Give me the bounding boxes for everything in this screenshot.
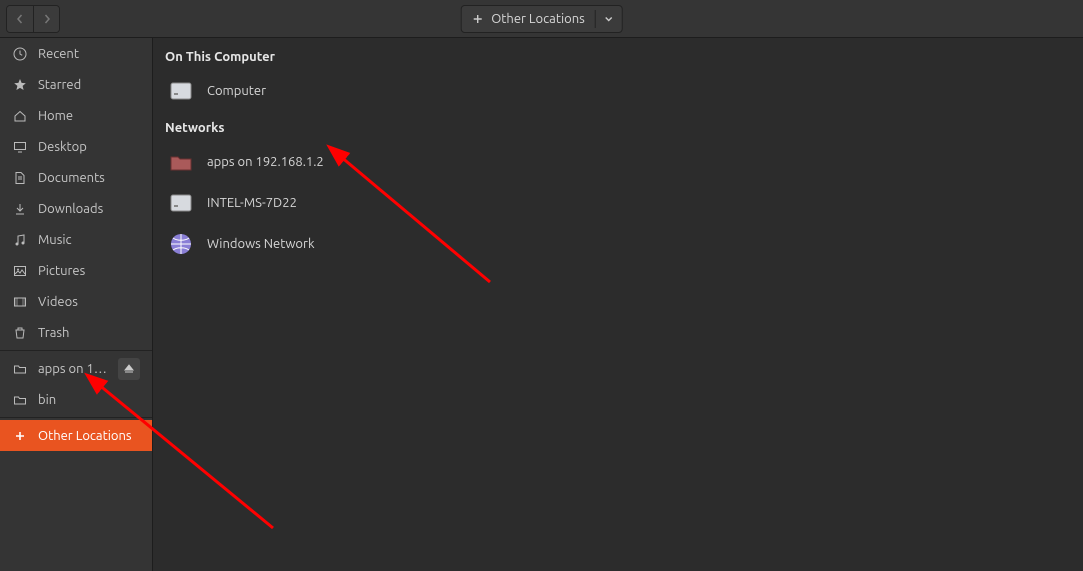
video-icon <box>12 294 28 310</box>
folder-icon <box>12 392 28 408</box>
sidebar-item-other-locations[interactable]: Other Locations <box>0 420 152 451</box>
sidebar-item-pictures[interactable]: Pictures <box>0 255 152 286</box>
chevron-down-icon <box>604 14 614 24</box>
section-title: On This Computer <box>163 48 1073 70</box>
sidebar-item-label: Desktop <box>38 140 140 154</box>
folder-remote-icon <box>12 361 28 377</box>
sidebar: Recent Starred Home Desktop Documents Do… <box>0 38 153 571</box>
row-computer[interactable]: Computer <box>163 70 1073 111</box>
row-label: Windows Network <box>207 237 315 251</box>
sidebar-item-desktop[interactable]: Desktop <box>0 131 152 162</box>
location-bar: Other Locations <box>460 5 623 33</box>
drive-icon <box>167 189 195 217</box>
chevron-left-icon <box>15 14 25 24</box>
header-bar: Other Locations <box>0 0 1083 38</box>
music-icon <box>12 232 28 248</box>
sidebar-item-label: Videos <box>38 295 140 309</box>
sidebar-item-label: Starred <box>38 78 140 92</box>
trash-icon <box>12 325 28 341</box>
sidebar-item-label: Other Locations <box>38 429 140 443</box>
location-other-locations[interactable]: Other Locations <box>461 6 595 32</box>
sidebar-item-label: Home <box>38 109 140 123</box>
sidebar-item-home[interactable]: Home <box>0 100 152 131</box>
desktop-icon <box>12 139 28 155</box>
eject-button[interactable] <box>118 358 140 380</box>
sidebar-item-label: Trash <box>38 326 140 340</box>
forward-button[interactable] <box>33 6 59 32</box>
picture-icon <box>12 263 28 279</box>
drive-icon <box>167 77 195 105</box>
row-label: Computer <box>207 84 266 98</box>
sidebar-item-downloads[interactable]: Downloads <box>0 193 152 224</box>
main-content: On This Computer Computer Networks apps … <box>153 38 1083 571</box>
location-label: Other Locations <box>491 12 585 26</box>
row-smb-apps[interactable]: apps on 192.168.1.2 <box>163 141 1073 182</box>
sidebar-item-trash[interactable]: Trash <box>0 317 152 348</box>
sidebar-mount-bin[interactable]: bin <box>0 384 152 415</box>
network-icon <box>167 230 195 258</box>
plus-icon <box>471 13 483 25</box>
back-button[interactable] <box>7 6 33 32</box>
sidebar-item-music[interactable]: Music <box>0 224 152 255</box>
sidebar-item-label: Pictures <box>38 264 140 278</box>
sidebar-item-label: Recent <box>38 47 140 61</box>
document-icon <box>12 170 28 186</box>
sidebar-item-label: Downloads <box>38 202 140 216</box>
chevron-right-icon <box>42 14 52 24</box>
location-dropdown-button[interactable] <box>596 6 622 32</box>
sidebar-item-label: Documents <box>38 171 140 185</box>
folder-remote-icon <box>167 148 195 176</box>
sidebar-item-recent[interactable]: Recent <box>0 38 152 69</box>
sidebar-item-documents[interactable]: Documents <box>0 162 152 193</box>
star-icon <box>12 77 28 93</box>
clock-icon <box>12 46 28 62</box>
row-label: INTEL-MS-7D22 <box>207 196 297 210</box>
sidebar-mount-label: bin <box>38 393 140 407</box>
section-title: Networks <box>163 119 1073 141</box>
row-intel-ms[interactable]: INTEL-MS-7D22 <box>163 182 1073 223</box>
row-windows-network[interactable]: Windows Network <box>163 223 1073 264</box>
sidebar-item-label: Music <box>38 233 140 247</box>
sidebar-item-starred[interactable]: Starred <box>0 69 152 100</box>
home-icon <box>12 108 28 124</box>
download-icon <box>12 201 28 217</box>
plus-icon <box>12 428 28 444</box>
sidebar-item-videos[interactable]: Videos <box>0 286 152 317</box>
sidebar-mount-smb-apps[interactable]: apps on 192.… <box>0 353 152 384</box>
row-label: apps on 192.168.1.2 <box>207 155 324 169</box>
sidebar-mount-label: apps on 192.… <box>38 362 108 376</box>
